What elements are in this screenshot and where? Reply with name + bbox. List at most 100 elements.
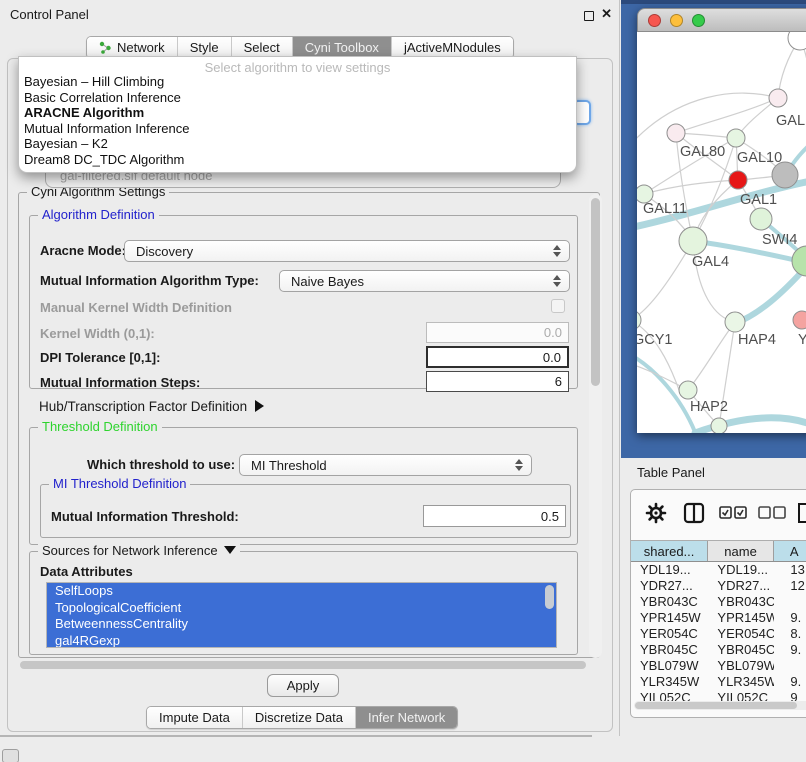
network-node-label: GAL10 xyxy=(737,150,782,166)
network-node[interactable] xyxy=(729,171,747,189)
float-panel-icon[interactable] xyxy=(584,11,594,21)
tab-impute-data[interactable]: Impute Data xyxy=(147,707,243,728)
select-all-checkboxes-icon[interactable] xyxy=(719,506,747,524)
sources-toggle[interactable]: Sources for Network Inference xyxy=(38,543,240,558)
settings-gear-icon[interactable] xyxy=(645,502,667,529)
corner-button[interactable] xyxy=(2,749,19,762)
attribute-list-item[interactable]: TopologicalCoefficient xyxy=(47,600,556,617)
network-edge[interactable] xyxy=(688,322,735,390)
close-panel-icon[interactable]: ✕ xyxy=(601,6,612,22)
split-columns-icon[interactable] xyxy=(683,502,705,529)
tab-label: Cyni Toolbox xyxy=(305,40,379,55)
control-panel-titlebar: Control Panel ✕ xyxy=(0,0,619,30)
algorithm-definition-group: Algorithm Definition Aracne Mode: Discov… xyxy=(29,215,578,389)
algorithm-option[interactable]: Mutual Information Inference xyxy=(19,121,576,137)
table-cell: YDL19... xyxy=(708,562,774,578)
tab-jactivemnodules[interactable]: jActiveMNodules xyxy=(392,37,513,58)
dpi-tolerance-field[interactable]: 0.0 xyxy=(426,346,569,368)
mi-steps-label: Mutual Information Steps: xyxy=(40,375,200,390)
deselect-checkboxes-icon[interactable] xyxy=(758,506,786,524)
table-cell: YDL19... xyxy=(631,562,708,578)
network-node-label: GAL11 xyxy=(643,201,687,217)
zoom-window-icon[interactable] xyxy=(692,14,705,27)
mi-threshold-field[interactable]: 0.5 xyxy=(423,505,566,527)
new-column-icon[interactable] xyxy=(796,502,806,529)
network-node[interactable] xyxy=(711,418,727,433)
mi-steps-field[interactable]: 6 xyxy=(426,371,569,392)
network-node[interactable] xyxy=(667,124,685,142)
attribute-list-item[interactable]: SelfLoops xyxy=(47,583,556,600)
table-cell: YBR045C xyxy=(631,642,708,658)
table-row[interactable]: YDR27...YDR27...12 xyxy=(631,578,806,594)
close-window-icon[interactable] xyxy=(648,14,661,27)
table-row[interactable]: YBR043CYBR043C xyxy=(631,594,806,610)
network-node[interactable] xyxy=(727,129,745,147)
table-toolbar xyxy=(631,490,806,540)
network-edge[interactable] xyxy=(637,241,693,320)
algorithm-option[interactable]: Bayesian – K2 xyxy=(19,136,576,152)
which-threshold-select[interactable]: MI Threshold xyxy=(239,454,532,476)
network-window-titlebar[interactable] xyxy=(637,8,806,32)
tab-infer-network[interactable]: Infer Network xyxy=(356,707,457,728)
table-row[interactable]: YPR145WYPR145W9. xyxy=(631,610,806,626)
table-cell: 9. xyxy=(774,610,806,626)
network-node[interactable] xyxy=(679,381,697,399)
minimize-window-icon[interactable] xyxy=(670,14,683,27)
apply-label: Apply xyxy=(287,678,320,693)
apply-button[interactable]: Apply xyxy=(267,674,339,697)
tab-discretize-data[interactable]: Discretize Data xyxy=(243,707,356,728)
table-row[interactable]: YER054CYER054C8. xyxy=(631,626,806,642)
mi-algorithm-type-select[interactable]: Naive Bayes xyxy=(279,270,570,292)
network-edge[interactable] xyxy=(637,93,778,144)
settings-horizontal-scrollbar[interactable] xyxy=(18,659,590,671)
table-row[interactable]: YDL19...YDL19...13 xyxy=(631,562,806,578)
table-cell: 12 xyxy=(774,578,806,594)
table-horizontal-scrollbar[interactable] xyxy=(634,701,806,710)
data-attributes-list[interactable]: SelfLoopsTopologicalCoefficientBetweenne… xyxy=(46,582,557,648)
mi-threshold-group: MI Threshold Definition Mutual Informati… xyxy=(40,484,571,538)
group-title: Algorithm Definition xyxy=(38,207,159,222)
network-edge[interactable] xyxy=(637,320,679,390)
list-scrollbar[interactable] xyxy=(545,585,554,609)
column-header-name[interactable]: name xyxy=(708,541,774,561)
algorithm-option[interactable]: Dream8 DC_TDC Algorithm xyxy=(19,152,576,168)
tab-style[interactable]: Style xyxy=(178,37,232,58)
algorithm-option[interactable]: Basic Correlation Inference xyxy=(19,90,576,106)
attribute-list-item[interactable]: gal4RGexp xyxy=(47,633,556,649)
tab-select[interactable]: Select xyxy=(232,37,293,58)
attribute-list-item[interactable]: BetweennessCentrality xyxy=(47,616,556,633)
manual-kernel-checkbox[interactable] xyxy=(551,299,565,313)
network-node[interactable] xyxy=(769,89,787,107)
algorithm-option[interactable]: Bayesian – Hill Climbing xyxy=(19,74,576,90)
hub-definition-toggle[interactable]: Hub/Transcription Factor Definition xyxy=(39,399,264,414)
settings-vertical-scrollbar[interactable] xyxy=(589,194,602,658)
column-header-partial[interactable]: A xyxy=(774,541,806,561)
tab-cyni-toolbox[interactable]: Cyni Toolbox xyxy=(293,37,392,58)
kernel-width-field[interactable]: 0.0 xyxy=(426,322,569,343)
network-node[interactable] xyxy=(793,311,806,329)
network-node[interactable] xyxy=(792,246,806,276)
tab-network[interactable]: Network xyxy=(87,37,178,58)
network-node-label: Y xyxy=(798,332,806,348)
column-header-shared-name[interactable]: shared... xyxy=(631,541,708,561)
scrollbar-thumb[interactable] xyxy=(591,198,600,386)
network-canvas[interactable]: GALGAL80GAL10GAL1GAL11SWI4GAL4GCY1HAP4YH… xyxy=(637,32,806,433)
network-node[interactable] xyxy=(788,32,806,50)
aracne-mode-select[interactable]: Discovery xyxy=(124,240,570,262)
scrollbar-thumb[interactable] xyxy=(20,661,586,669)
network-node[interactable] xyxy=(679,227,707,255)
table-row[interactable]: YBR045CYBR045C9. xyxy=(631,642,806,658)
tab-label: Network xyxy=(117,40,165,55)
network-node[interactable] xyxy=(750,208,772,230)
network-node[interactable] xyxy=(725,312,745,332)
network-view-window[interactable]: GALGAL80GAL10GAL1GAL11SWI4GAL4GCY1HAP4YH… xyxy=(637,8,806,433)
network-edge[interactable] xyxy=(676,98,778,133)
table-row[interactable]: YBL079WYBL079W xyxy=(631,658,806,674)
algorithm-option[interactable]: ARACNE Algorithm xyxy=(19,105,576,121)
table-panel: shared... name A YDL19...YDL19...13YDR27… xyxy=(630,489,806,718)
table-cell: 9. xyxy=(774,674,806,690)
network-node-label: GAL xyxy=(776,113,805,129)
algorithm-dropdown-placeholder: Select algorithm to view settings xyxy=(19,57,576,74)
table-row[interactable]: YLR345WYLR345W9. xyxy=(631,674,806,690)
scrollbar-thumb[interactable] xyxy=(635,702,797,709)
